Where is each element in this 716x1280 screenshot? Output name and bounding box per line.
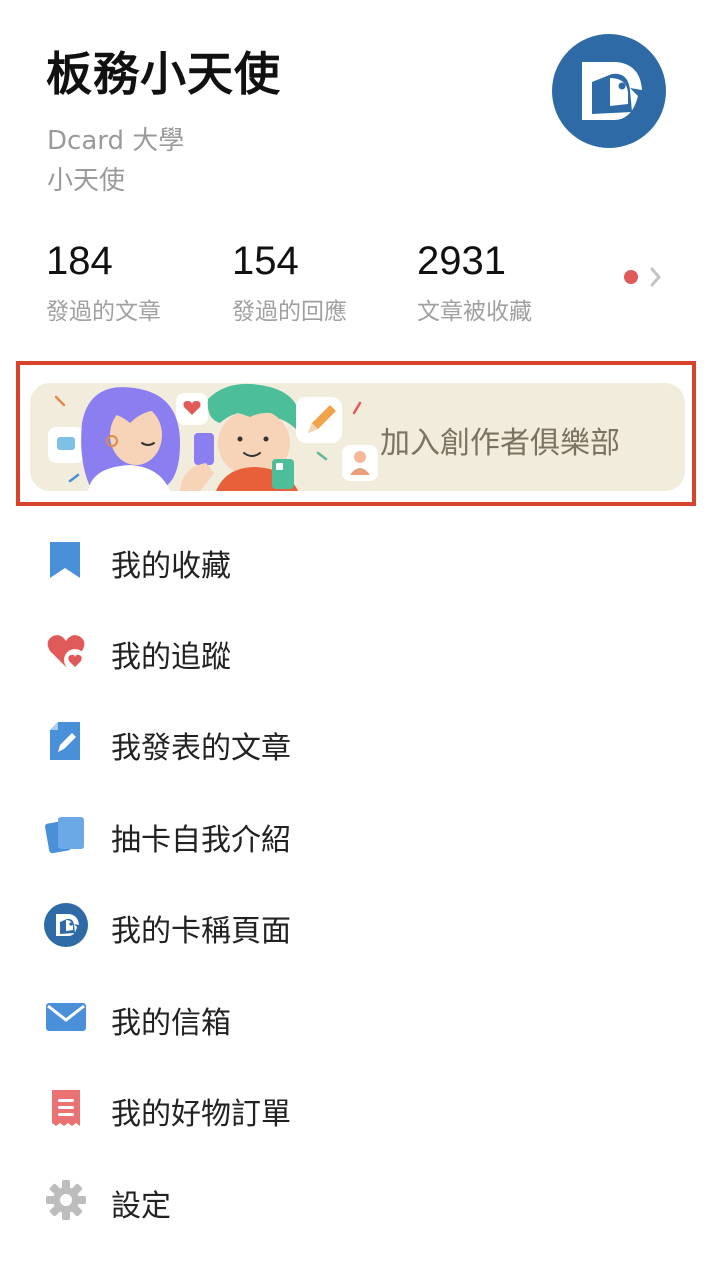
menu-item-mailbox[interactable]: 我的信箱 (0, 983, 716, 1053)
profile-name: 板務小天使 (46, 47, 281, 101)
cards-icon (45, 817, 84, 854)
chevron-right-icon (650, 267, 661, 287)
dcard-profile-icon (44, 903, 88, 947)
profile-school: Dcard 大學 (47, 126, 185, 156)
profile-department: 小天使 (47, 166, 126, 196)
edit-document-icon (50, 722, 80, 760)
menu-item-label: 我的好物訂單 (111, 1097, 291, 1132)
avatar[interactable] (552, 34, 666, 148)
menu-item-dcard-profile[interactable]: 我的卡稱頁面 (0, 891, 716, 961)
creator-illustration-icon (48, 383, 378, 491)
menu-item-favorites[interactable]: 我的收藏 (0, 526, 716, 596)
menu-item-draw-card[interactable]: 抽卡自我介紹 (0, 800, 716, 870)
stat-label: 發過的文章 (46, 299, 161, 325)
menu-item-label: 我發表的文章 (111, 731, 291, 766)
stat-value: 154 (232, 239, 299, 283)
bookmark-icon (50, 542, 80, 578)
stats-more-button[interactable] (623, 262, 663, 292)
menu-item-label: 我的卡稱頁面 (111, 914, 291, 949)
heart-icon (47, 635, 86, 671)
stat-comments[interactable]: 154 發過的回應 (232, 238, 347, 326)
stat-posts[interactable]: 184 發過的文章 (46, 238, 161, 326)
stat-value: 2931 (417, 239, 506, 283)
mail-icon (46, 1003, 86, 1031)
creator-club-label: 加入創作者俱樂部 (380, 426, 620, 461)
menu-item-settings[interactable]: 設定 (0, 1166, 716, 1236)
menu-item-orders[interactable]: 我的好物訂單 (0, 1074, 716, 1144)
gear-icon (46, 1180, 86, 1220)
notification-dot-icon (624, 270, 638, 284)
menu-item-label: 抽卡自我介紹 (111, 823, 291, 858)
stat-value: 184 (46, 239, 113, 283)
menu-item-label: 設定 (111, 1189, 171, 1224)
stat-saved[interactable]: 2931 文章被收藏 (417, 238, 532, 326)
menu-item-label: 我的收藏 (111, 549, 231, 584)
stat-label: 文章被收藏 (417, 299, 532, 325)
menu-item-label: 我的信箱 (111, 1006, 231, 1041)
receipt-icon (52, 1090, 80, 1126)
menu-item-following[interactable]: 我的追蹤 (0, 617, 716, 687)
stat-label: 發過的回應 (232, 299, 347, 325)
menu-item-label: 我的追蹤 (111, 640, 231, 675)
menu-item-my-posts[interactable]: 我發表的文章 (0, 708, 716, 778)
